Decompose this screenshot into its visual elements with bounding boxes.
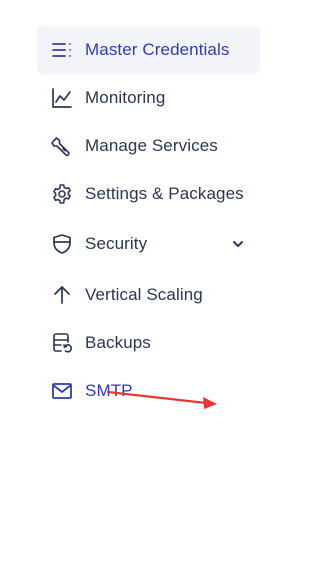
sidebar-item-label: SMTP (85, 381, 133, 400)
backup-icon (51, 332, 73, 354)
mail-icon (51, 380, 73, 402)
sidebar-item-master-credentials[interactable]: Master Credentials (37, 26, 260, 74)
sidebar-item-label: Backups (85, 333, 151, 352)
sidebar-item-label: Manage Services (85, 136, 218, 155)
line-chart-icon (51, 87, 73, 109)
sidebar-item-manage-services[interactable]: Manage Services (37, 122, 260, 170)
list-menu-icon (51, 39, 73, 61)
sidebar-item-vertical-scaling[interactable]: Vertical Scaling (37, 271, 260, 319)
sidebar-item-label: Monitoring (85, 88, 166, 107)
sidebar-item-monitoring[interactable]: Monitoring (37, 74, 260, 122)
sidebar-item-smtp[interactable]: SMTP (37, 367, 260, 415)
gear-icon (51, 183, 73, 205)
sidebar-item-settings-packages[interactable]: Settings & Packages (37, 170, 260, 218)
wrench-icon (51, 135, 73, 157)
sidebar-item-label: Vertical Scaling (85, 285, 203, 304)
sidebar-item-security[interactable]: Security (37, 220, 260, 268)
sidebar-item-label: Master Credentials (85, 40, 230, 59)
shield-icon (51, 233, 73, 255)
chevron-down-icon[interactable] (230, 236, 246, 252)
sidebar-item-label: Security (85, 234, 148, 253)
sidebar-item-backups[interactable]: Backups (37, 319, 260, 367)
sidebar-item-label: Settings & Packages (85, 184, 244, 203)
arrow-up-icon (51, 284, 73, 306)
